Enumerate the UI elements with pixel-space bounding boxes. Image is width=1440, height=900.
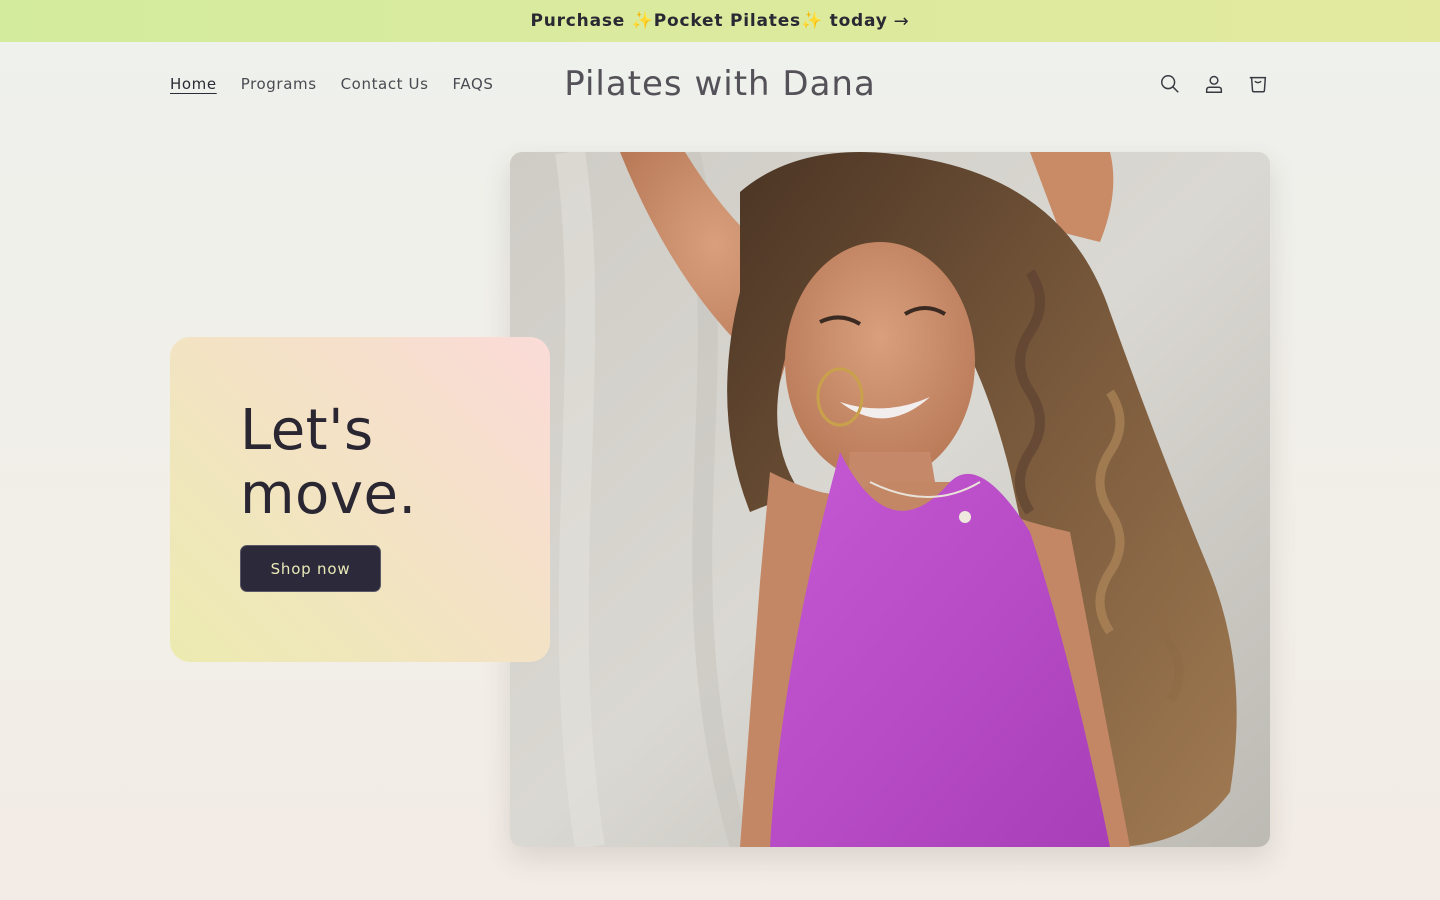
search-icon[interactable] [1158, 72, 1182, 96]
nav-item-faqs[interactable]: FAQS [453, 75, 494, 93]
announcement-bar: Purchase ✨Pocket Pilates✨ today → [0, 0, 1440, 42]
arrow-right-icon: → [893, 10, 910, 32]
cart-icon[interactable] [1246, 72, 1270, 96]
hero-title-line-2: move. [240, 462, 417, 527]
hero-title: Let's move. [240, 399, 520, 527]
site-header: Home Programs Contact Us FAQS Pilates wi… [0, 42, 1440, 126]
brand-logo[interactable]: Pilates with Dana [520, 42, 920, 126]
nav-item-home[interactable]: Home [170, 75, 217, 93]
nav-item-contact-us[interactable]: Contact Us [341, 75, 429, 93]
shop-now-button[interactable]: Shop now [240, 545, 381, 592]
hero-card: Let's move. Shop now [170, 337, 550, 662]
header-icons [1158, 42, 1270, 126]
nav-item-programs[interactable]: Programs [241, 75, 317, 93]
hero-photo-illustration [510, 152, 1270, 847]
announcement-text: Purchase ✨Pocket Pilates✨ today [530, 11, 888, 31]
account-icon[interactable] [1202, 72, 1226, 96]
main-nav: Home Programs Contact Us FAQS [170, 42, 494, 126]
announcement-link[interactable]: Purchase ✨Pocket Pilates✨ today → [530, 11, 909, 32]
hero-title-line-1: Let's [240, 398, 374, 463]
hero-image [510, 152, 1270, 847]
